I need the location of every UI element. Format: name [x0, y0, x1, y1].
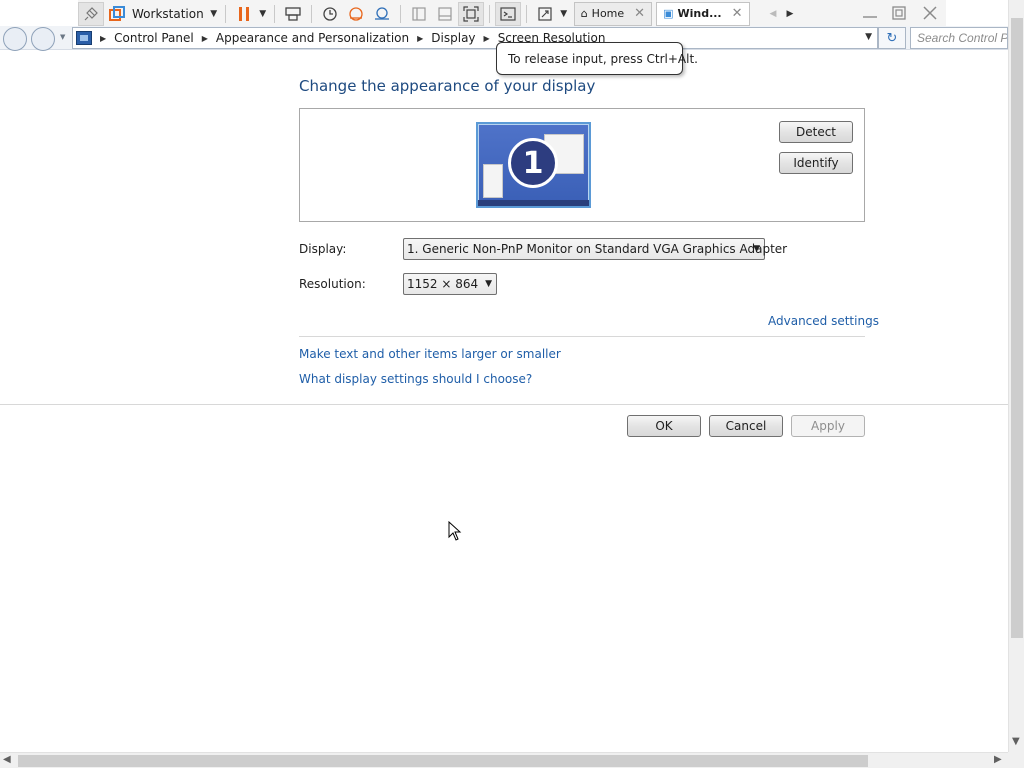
- refresh-icon[interactable]: ↻: [878, 27, 906, 49]
- toolbar-divider: [273, 4, 275, 23]
- power-menu-caret-icon[interactable]: ▼: [257, 9, 269, 19]
- tab-scroll-right-icon[interactable]: ▶: [786, 9, 793, 19]
- dropdown-arrow-icon: ▼: [753, 244, 760, 254]
- display-select[interactable]: 1. Generic Non-PnP Monitor on Standard V…: [403, 238, 787, 260]
- footer-divider: [0, 404, 1008, 405]
- display-help-link[interactable]: What display settings should I choose?: [299, 372, 532, 386]
- monitor-number-badge: 1: [508, 138, 558, 188]
- detect-button[interactable]: Detect: [779, 121, 853, 143]
- ok-button[interactable]: OK: [627, 415, 701, 437]
- toolbar-divider: [525, 4, 527, 23]
- apply-button[interactable]: Apply: [791, 415, 865, 437]
- scrollbar-corner: [1008, 752, 1024, 768]
- search-input[interactable]: [910, 27, 1008, 49]
- back-button[interactable]: [3, 27, 27, 51]
- snapshot-manager-icon[interactable]: [369, 2, 395, 26]
- advanced-settings-link[interactable]: Advanced settings: [768, 314, 879, 328]
- text-size-link[interactable]: Make text and other items larger or smal…: [299, 347, 561, 361]
- library-view-icon[interactable]: [406, 2, 432, 26]
- monitor-1-icon[interactable]: 1: [476, 122, 591, 208]
- scroll-left-arrow-icon[interactable]: ◀: [3, 754, 11, 765]
- breadcrumb-display[interactable]: Display: [431, 31, 475, 45]
- tab-home-label: Home: [591, 7, 625, 20]
- toolbar-divider: [399, 4, 401, 23]
- horizontal-scroll-thumb[interactable]: [18, 755, 868, 767]
- display-label: Display:: [299, 242, 347, 256]
- toolbar-divider: [224, 4, 226, 23]
- console-view-icon[interactable]: [494, 1, 521, 26]
- tab-home[interactable]: ⌂ Home ✕: [573, 1, 653, 26]
- identify-button[interactable]: Identify: [779, 152, 853, 174]
- vmware-toolbar: Workstation ▼ ▼ ▼ ⌂ Home ✕ ▣ Wind... ✕ ◀…: [78, 0, 946, 28]
- vertical-scroll-thumb[interactable]: [1011, 18, 1023, 638]
- recent-pages-caret-icon[interactable]: ▼: [60, 33, 65, 41]
- restore-icon[interactable]: [887, 0, 911, 26]
- monitor-taskbar: [478, 200, 589, 206]
- scroll-right-arrow-icon[interactable]: ▶: [994, 754, 1002, 765]
- toolbar-divider: [488, 4, 490, 23]
- breadcrumb-appearance[interactable]: Appearance and Personalization: [216, 31, 409, 45]
- toolbar-divider: [310, 4, 312, 23]
- home-icon: ⌂: [580, 7, 588, 20]
- revert-snapshot-icon[interactable]: [343, 2, 369, 26]
- control-panel-icon: [76, 31, 92, 45]
- dropdown-arrow-icon: ▼: [485, 279, 492, 289]
- pause-button[interactable]: [231, 2, 257, 26]
- breadcrumb-control-panel[interactable]: Control Panel: [114, 31, 194, 45]
- breadcrumb-separator-icon[interactable]: ▶: [202, 34, 208, 43]
- breadcrumb-separator-icon[interactable]: ▶: [417, 34, 423, 43]
- forward-button[interactable]: [31, 27, 55, 51]
- vm-icon: ▣: [663, 7, 674, 20]
- breadcrumb-separator-icon[interactable]: ▶: [100, 34, 106, 43]
- workstation-menu-label[interactable]: Workstation: [130, 7, 208, 21]
- screen: { "vm_toolbar": { "workstation_label": "…: [0, 0, 1024, 768]
- breadcrumb-separator-icon[interactable]: ▶: [484, 34, 490, 43]
- release-input-tooltip: To release input, press Ctrl+Alt.: [496, 42, 698, 75]
- send-ctrl-alt-del-icon[interactable]: [280, 2, 306, 26]
- workstation-logo-icon: [104, 2, 130, 26]
- close-tab-icon[interactable]: ✕: [732, 6, 743, 21]
- close-tab-icon[interactable]: ✕: [634, 6, 645, 21]
- vertical-scrollbar[interactable]: ▼: [1008, 0, 1024, 752]
- mouse-pointer-icon: [448, 520, 462, 544]
- display-select-value: 1. Generic Non-PnP Monitor on Standard V…: [407, 242, 788, 256]
- full-screen-icon[interactable]: [457, 1, 484, 26]
- close-window-icon[interactable]: [918, 0, 942, 26]
- page-title: Change the appearance of your display: [299, 77, 596, 95]
- stretch-guest-icon[interactable]: [532, 2, 558, 26]
- thumbnail-bar-icon[interactable]: [432, 2, 458, 26]
- address-history-caret-icon[interactable]: ▼: [865, 32, 872, 42]
- resolution-label: Resolution:: [299, 277, 366, 291]
- monitor-window-thumbnail: [483, 164, 503, 198]
- minimize-icon[interactable]: [858, 0, 882, 26]
- tab-scroll-left-icon[interactable]: ◀: [770, 9, 777, 19]
- workstation-menu-caret-icon[interactable]: ▼: [208, 9, 220, 19]
- content-divider: [299, 336, 865, 337]
- cancel-button[interactable]: Cancel: [709, 415, 783, 437]
- view-menu-caret-icon[interactable]: ▼: [558, 9, 570, 19]
- resolution-select-value: 1152 × 864: [407, 277, 479, 291]
- tab-windows-vm[interactable]: ▣ Wind... ✕: [656, 1, 750, 26]
- pin-icon[interactable]: [78, 1, 104, 26]
- address-box[interactable]: ▶ Control Panel ▶ Appearance and Persona…: [72, 27, 878, 49]
- monitor-arrangement-panel: 1 Detect Identify: [299, 108, 865, 222]
- horizontal-scrollbar[interactable]: ◀ ▶: [0, 752, 1008, 768]
- snapshot-icon[interactable]: [317, 2, 343, 26]
- tab-windows-vm-label: Wind...: [677, 7, 722, 20]
- scroll-down-arrow-icon[interactable]: ▼: [1012, 736, 1020, 747]
- resolution-select[interactable]: 1152 × 864 ▼: [403, 273, 497, 295]
